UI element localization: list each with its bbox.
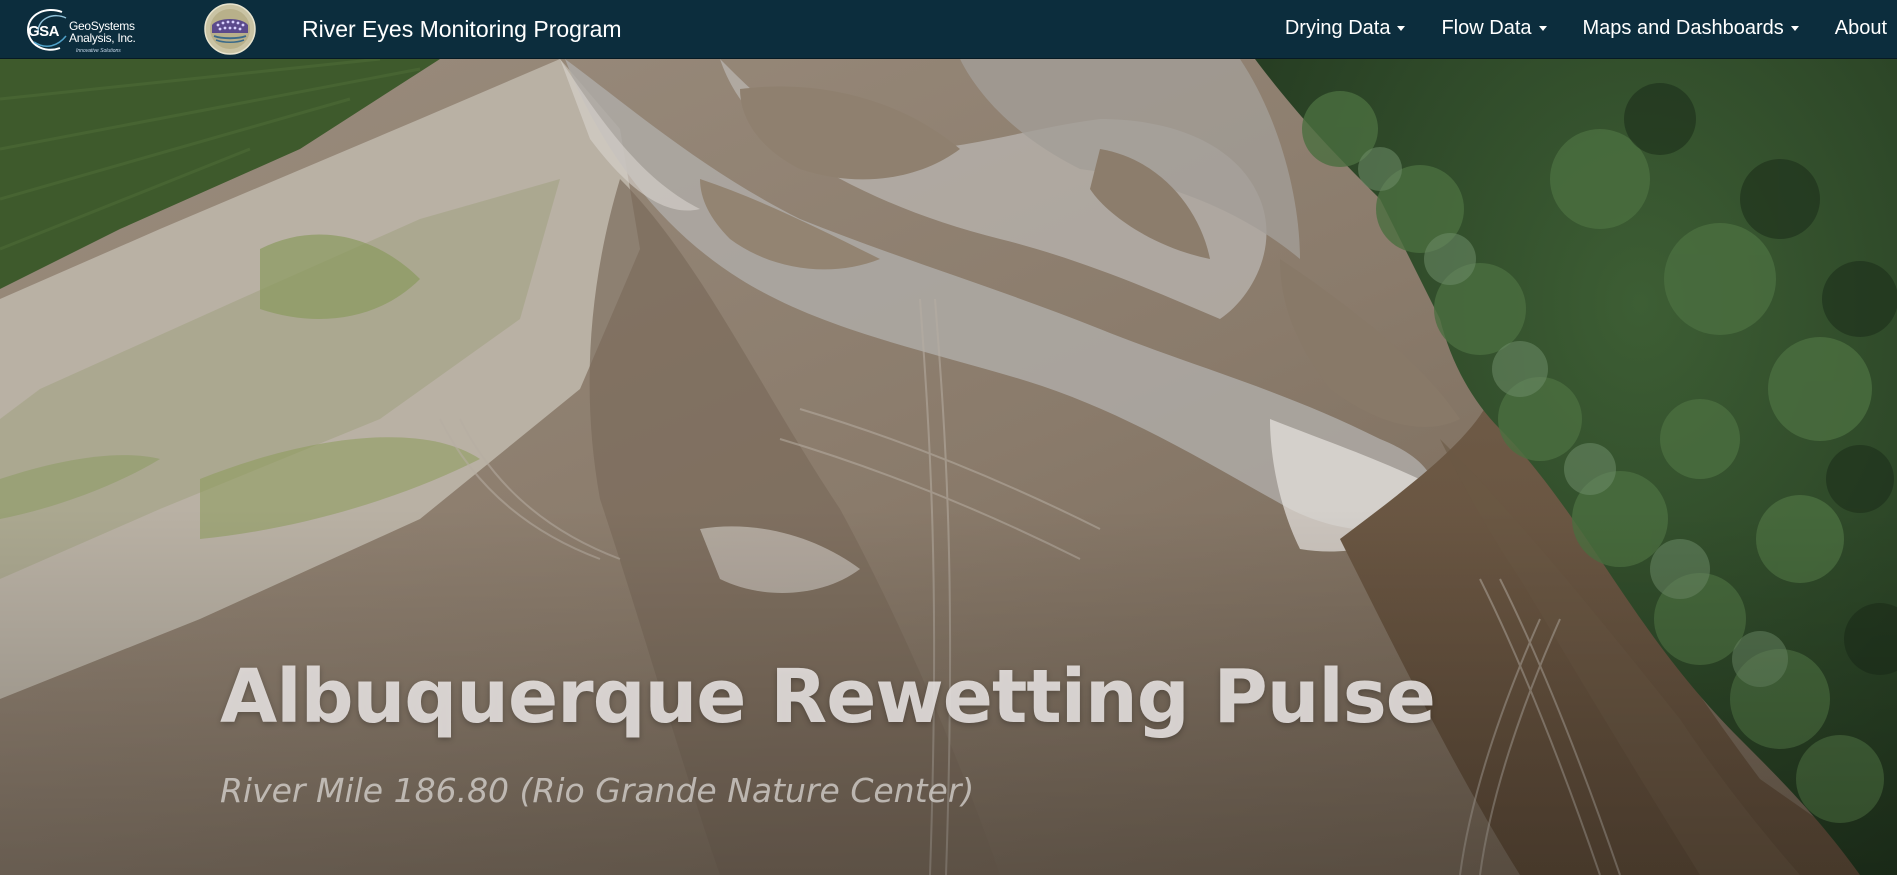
chevron-down-icon <box>1790 25 1799 31</box>
chevron-down-icon <box>1397 25 1406 31</box>
nav-maps-dashboards-label: Maps and Dashboards <box>1582 16 1784 39</box>
nav-maps-dashboards[interactable]: Maps and Dashboards <box>1565 0 1817 56</box>
chevron-down-icon <box>1538 25 1547 31</box>
gsa-tagline: Innovative Solutions <box>76 48 121 54</box>
hero-title: Albuquerque Rewetting Pulse <box>220 654 1436 740</box>
nav-about-label: About <box>1834 16 1887 39</box>
site-brand-link[interactable]: River Eyes Monitoring Program <box>302 16 622 43</box>
nav-flow-data-label: Flow Data <box>1441 16 1532 39</box>
gsa-company-name: GeoSystems Analysis, Inc. <box>69 19 136 45</box>
hero-banner: Albuquerque Rewetting Pulse River Mile 1… <box>0 59 1897 875</box>
nav-drying-data-label: Drying Data <box>1284 16 1391 39</box>
aerial-river-photo <box>0 59 1897 875</box>
hero-subtitle: River Mile 186.80 (Rio Grande Nature Cen… <box>220 771 975 810</box>
nav-menu: Drying Data Flow Data Maps and Dashboard… <box>1267 0 1897 56</box>
nav-about[interactable]: About <box>1817 0 1897 56</box>
gsa-abbr: GSA <box>28 23 60 40</box>
gsa-logo[interactable]: GSA GeoSystems Analysis, Inc. Innovative… <box>24 4 154 54</box>
nav-flow-data[interactable]: Flow Data <box>1423 0 1564 56</box>
nav-drying-data[interactable]: Drying Data <box>1267 0 1424 56</box>
program-seal-icon <box>204 3 256 55</box>
top-navbar: GSA GeoSystems Analysis, Inc. Innovative… <box>0 0 1897 59</box>
